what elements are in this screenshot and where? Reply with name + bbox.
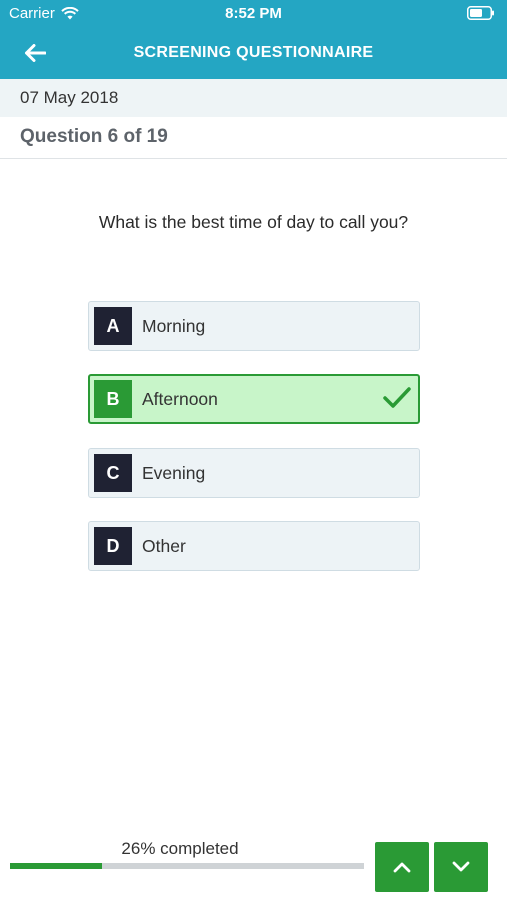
question-counter: Question 6 of 19 (0, 117, 507, 159)
option-letter: C (94, 454, 132, 492)
option-label: Evening (142, 463, 206, 483)
option-b[interactable]: B Afternoon (88, 374, 420, 424)
header-bar: Carrier 8:52 PM SCREENING QUESTIONNAIRE (0, 0, 507, 79)
chevron-up-icon (393, 862, 411, 873)
checkmark-icon (383, 387, 411, 408)
date-label: 07 May 2018 (0, 79, 507, 117)
question-text: What is the best time of day to call you… (98, 212, 409, 232)
option-letter: B (94, 380, 132, 418)
battery-icon (467, 6, 494, 20)
status-time: 8:52 PM (225, 5, 282, 22)
option-d[interactable]: D Other (88, 521, 420, 571)
page-title: SCREENING QUESTIONNAIRE (133, 44, 374, 61)
progress-bar (10, 863, 364, 869)
option-label: Afternoon (142, 389, 218, 409)
chevron-down-icon (452, 861, 470, 872)
option-letter: A (94, 307, 132, 345)
option-label: Morning (142, 316, 206, 336)
progress-text: 26% completed (121, 839, 239, 858)
status-bar: Carrier 8:52 PM (0, 0, 507, 28)
option-c[interactable]: C Evening (88, 448, 420, 498)
progress-fill (10, 863, 103, 869)
navigation-bar: SCREENING QUESTIONNAIRE (0, 28, 507, 79)
option-a[interactable]: A Morning (88, 301, 420, 351)
progress-area: 26% completed (0, 830, 370, 890)
next-question-button[interactable] (434, 842, 488, 892)
option-letter: D (94, 527, 132, 565)
option-label: Other (142, 536, 186, 556)
previous-question-button[interactable] (375, 842, 429, 892)
